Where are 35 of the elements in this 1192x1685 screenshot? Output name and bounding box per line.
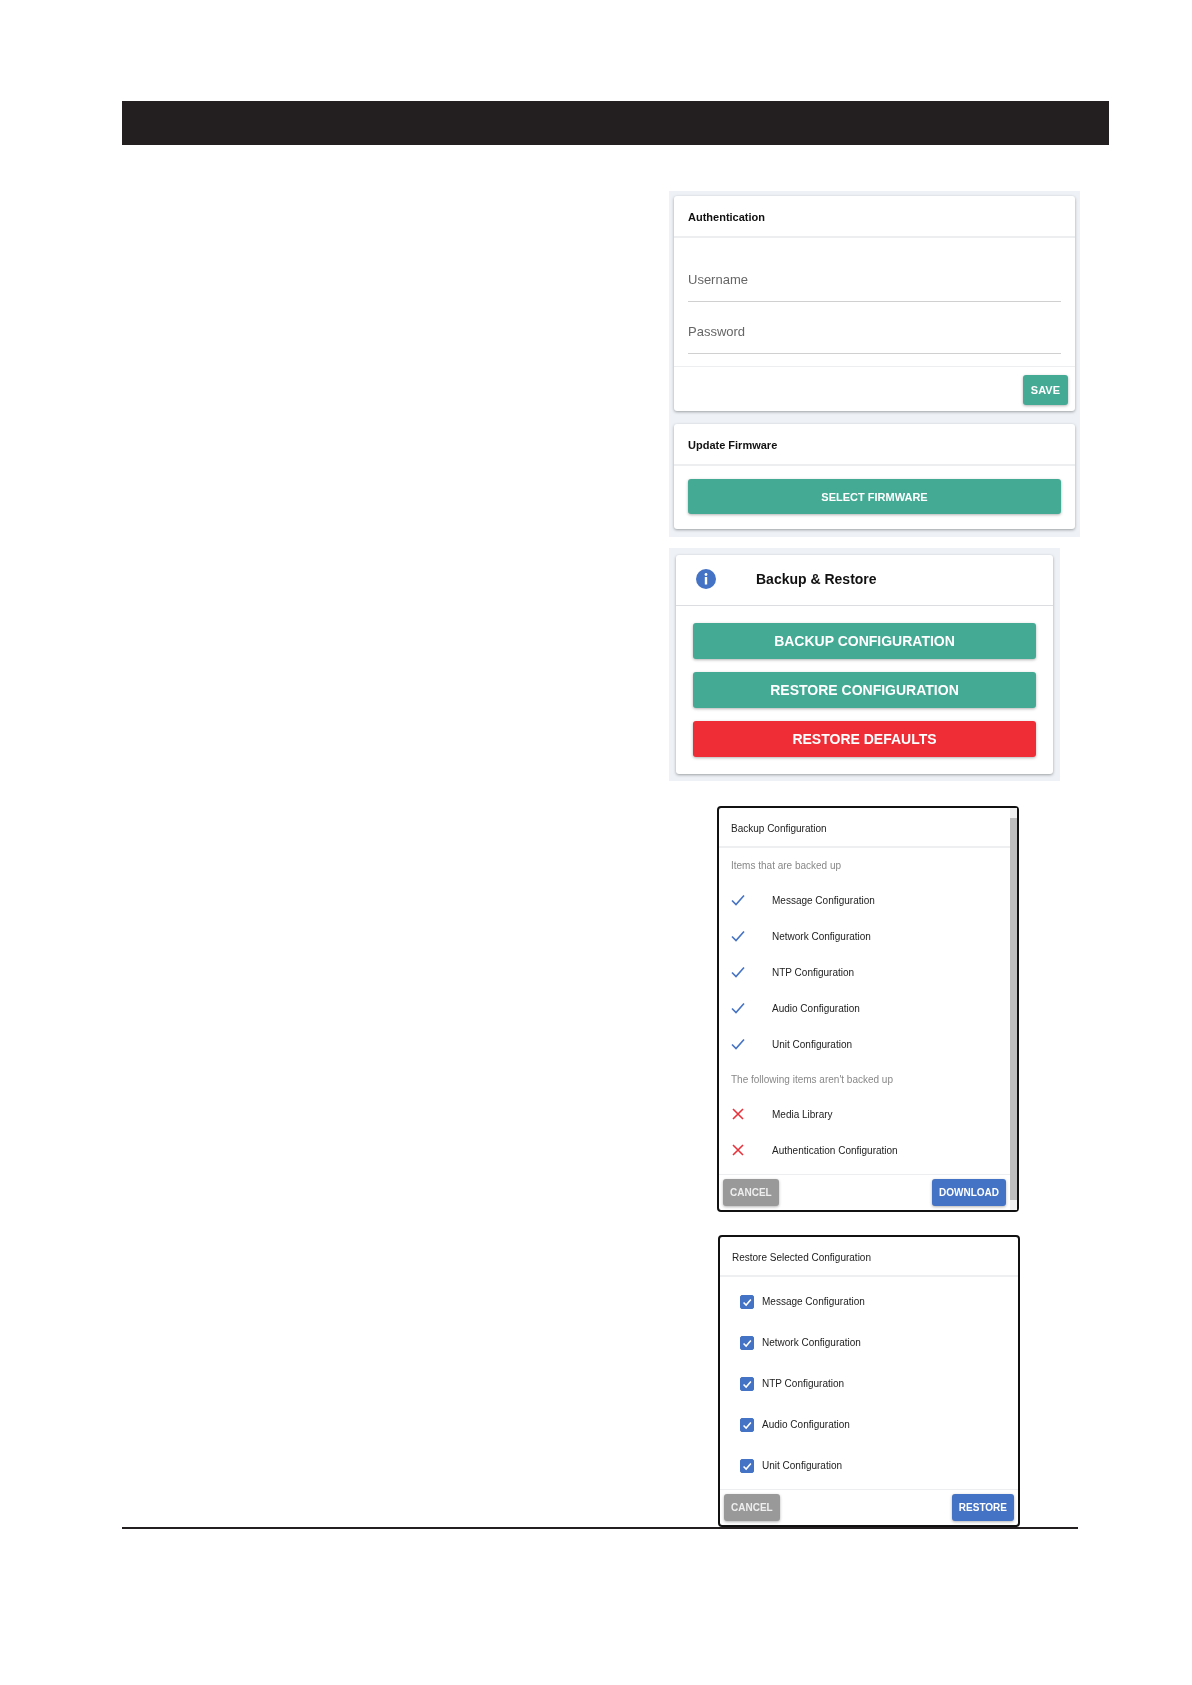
card-title: Authentication xyxy=(674,196,1075,238)
save-button[interactable]: SAVE xyxy=(1022,375,1068,405)
download-button[interactable]: DOWNLOAD xyxy=(932,1179,1006,1206)
checkbox[interactable] xyxy=(740,1376,754,1391)
item-label: Authentication Configuration xyxy=(772,1144,898,1156)
input-field[interactable]: Password xyxy=(688,302,1061,354)
checkbox-label: Audio Configuration xyxy=(762,1419,850,1430)
action-button[interactable]: RESTORE DEFAULTS xyxy=(693,721,1036,757)
action-button[interactable]: BACKUP CONFIGURATION xyxy=(693,623,1036,659)
restore-button[interactable]: RESTORE xyxy=(951,1494,1014,1521)
checkbox-label: NTP Configuration xyxy=(762,1378,845,1389)
section-heading: The following items aren't backed up xyxy=(731,1072,894,1087)
item-label: NTP Configuration xyxy=(772,966,855,978)
checkbox[interactable] xyxy=(740,1294,754,1309)
item-label: Unit Configuration xyxy=(772,1038,853,1050)
section-heading: Items that are backed up xyxy=(731,858,843,873)
checkbox-label: Message Configuration xyxy=(762,1296,865,1307)
item-label: Message Configuration xyxy=(772,894,875,906)
info-icon xyxy=(696,569,716,589)
item-label: Media Library xyxy=(772,1108,833,1120)
action-button[interactable]: RESTORE CONFIGURATION xyxy=(693,672,1036,708)
select-firmware-button[interactable]: SELECT FIRMWARE xyxy=(688,479,1061,514)
cancel-button[interactable]: CANCEL xyxy=(723,1179,779,1206)
checkbox[interactable] xyxy=(740,1458,754,1473)
checkbox-label: Unit Configuration xyxy=(762,1460,843,1471)
checkbox-label: Network Configuration xyxy=(762,1337,861,1348)
cancel-button[interactable]: CANCEL xyxy=(724,1494,780,1521)
checkbox[interactable] xyxy=(740,1417,754,1432)
dialog-title: Restore Selected Configuration xyxy=(720,1237,1018,1277)
card-title: Backup & Restore xyxy=(756,571,877,587)
card-title: Update Firmware xyxy=(674,424,1075,466)
input-field[interactable]: Username xyxy=(688,250,1061,302)
item-label: Audio Configuration xyxy=(772,1002,860,1014)
item-label: Network Configuration xyxy=(772,930,871,942)
checkbox[interactable] xyxy=(740,1335,754,1350)
